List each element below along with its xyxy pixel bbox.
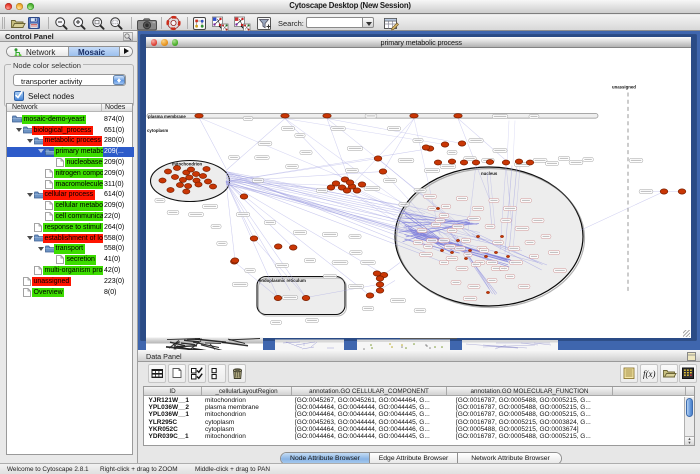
svg-text:endoplasmic reticulum: endoplasmic reticulum bbox=[259, 278, 306, 283]
svg-text:nucleus: nucleus bbox=[481, 171, 498, 176]
svg-text:f(x): f(x) bbox=[643, 369, 656, 379]
svg-text:unassigned: unassigned bbox=[612, 84, 636, 89]
svg-text:plasma membrane: plasma membrane bbox=[148, 113, 186, 118]
svg-text:cytoplasm: cytoplasm bbox=[147, 128, 168, 133]
